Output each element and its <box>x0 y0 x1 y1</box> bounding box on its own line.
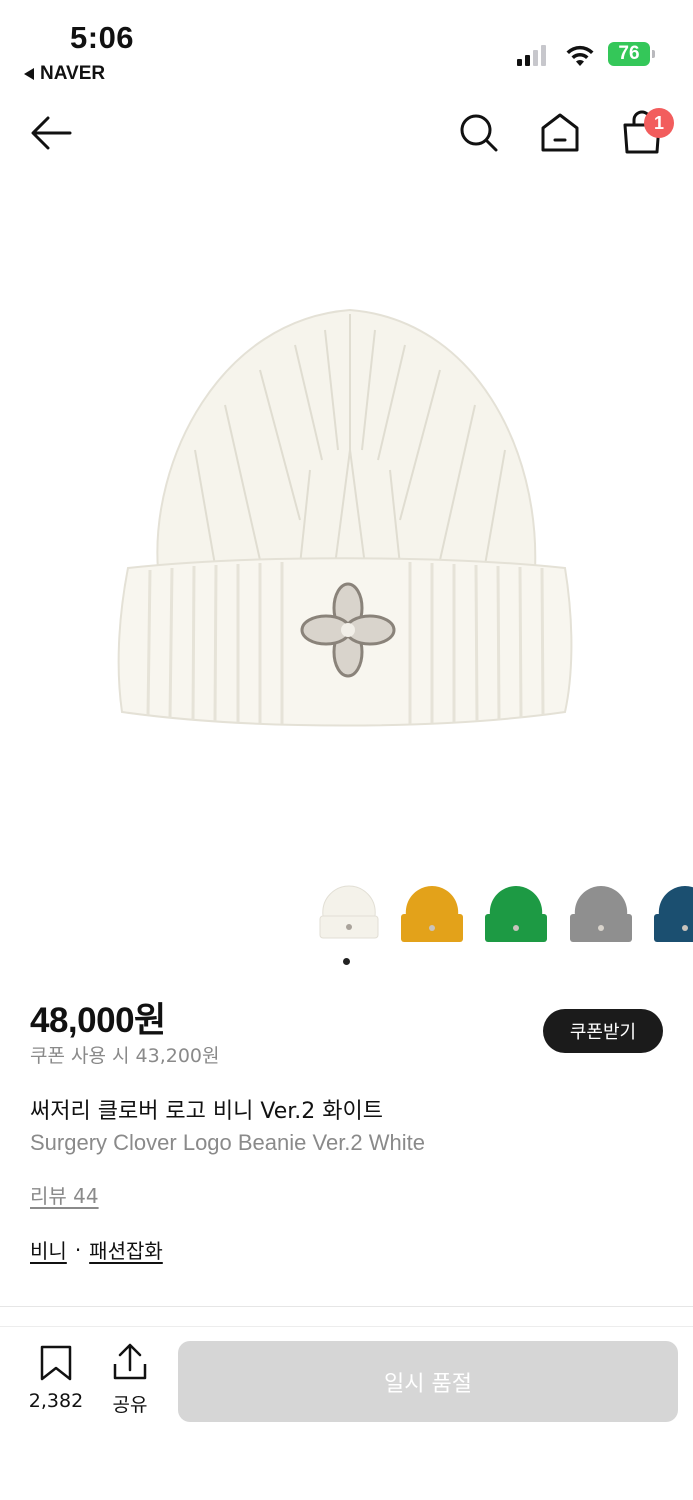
battery-level: 76 <box>608 42 650 66</box>
product-title-english: Surgery Clover Logo Beanie Ver.2 White <box>30 1130 426 1155</box>
color-swatch-mustard[interactable] <box>396 878 468 950</box>
back-to-app[interactable]: NAVER <box>24 63 105 85</box>
cart-count-badge: 1 <box>644 108 674 138</box>
bookmark-count: 2,382 <box>28 1390 84 1412</box>
battery-indicator: 76 <box>608 42 655 66</box>
active-swatch-indicator <box>343 958 350 965</box>
product-title-korean: 써저리 클로버 로고 비니 Ver.2 화이트 <box>30 1099 383 1124</box>
swatch-crown <box>489 886 543 916</box>
color-swatch-navy[interactable] <box>649 878 693 950</box>
category-breadcrumb: 비니 · 패션잡화 <box>30 1235 163 1264</box>
product-price: 48,000원 <box>30 1001 166 1040</box>
back-triangle-icon <box>24 68 34 80</box>
get-coupon-button[interactable]: 쿠폰받기 <box>543 1009 663 1053</box>
search-icon[interactable] <box>456 110 502 156</box>
status-time: 5:06 <box>70 20 135 55</box>
wifi-icon <box>566 45 594 66</box>
category-separator: · <box>74 1237 82 1262</box>
home-icon[interactable] <box>536 108 584 156</box>
color-swatch-white[interactable] <box>313 878 385 950</box>
swatch-crown <box>322 885 376 917</box>
soldout-button[interactable]: 일시 품절 <box>178 1341 678 1422</box>
product-image[interactable] <box>110 300 580 740</box>
category-link-beanie[interactable]: 비니 <box>30 1235 67 1264</box>
swatch-crown <box>405 886 459 916</box>
coupon-price: 쿠폰 사용 시 43,200원 <box>30 1045 220 1067</box>
review-link[interactable]: 리뷰 44 <box>30 1180 99 1209</box>
battery-cap-icon <box>652 50 655 58</box>
cellular-signal-icon <box>517 44 546 66</box>
category-link-fashion-accessories[interactable]: 패션잡화 <box>89 1235 163 1264</box>
color-swatch-gray[interactable] <box>565 878 637 950</box>
back-arrow-icon[interactable] <box>28 111 76 155</box>
section-divider <box>0 1306 693 1307</box>
swatch-crown <box>658 886 693 916</box>
color-swatch-green[interactable] <box>480 878 552 950</box>
share-button[interactable]: 공유 <box>104 1342 156 1417</box>
share-label: 공유 <box>112 1394 148 1416</box>
swatch-crown <box>574 886 628 916</box>
bookmark-button[interactable]: 2,382 <box>24 1344 88 1412</box>
share-icon <box>113 1343 147 1380</box>
back-app-label: NAVER <box>40 63 106 84</box>
bookmark-icon <box>40 1345 72 1381</box>
